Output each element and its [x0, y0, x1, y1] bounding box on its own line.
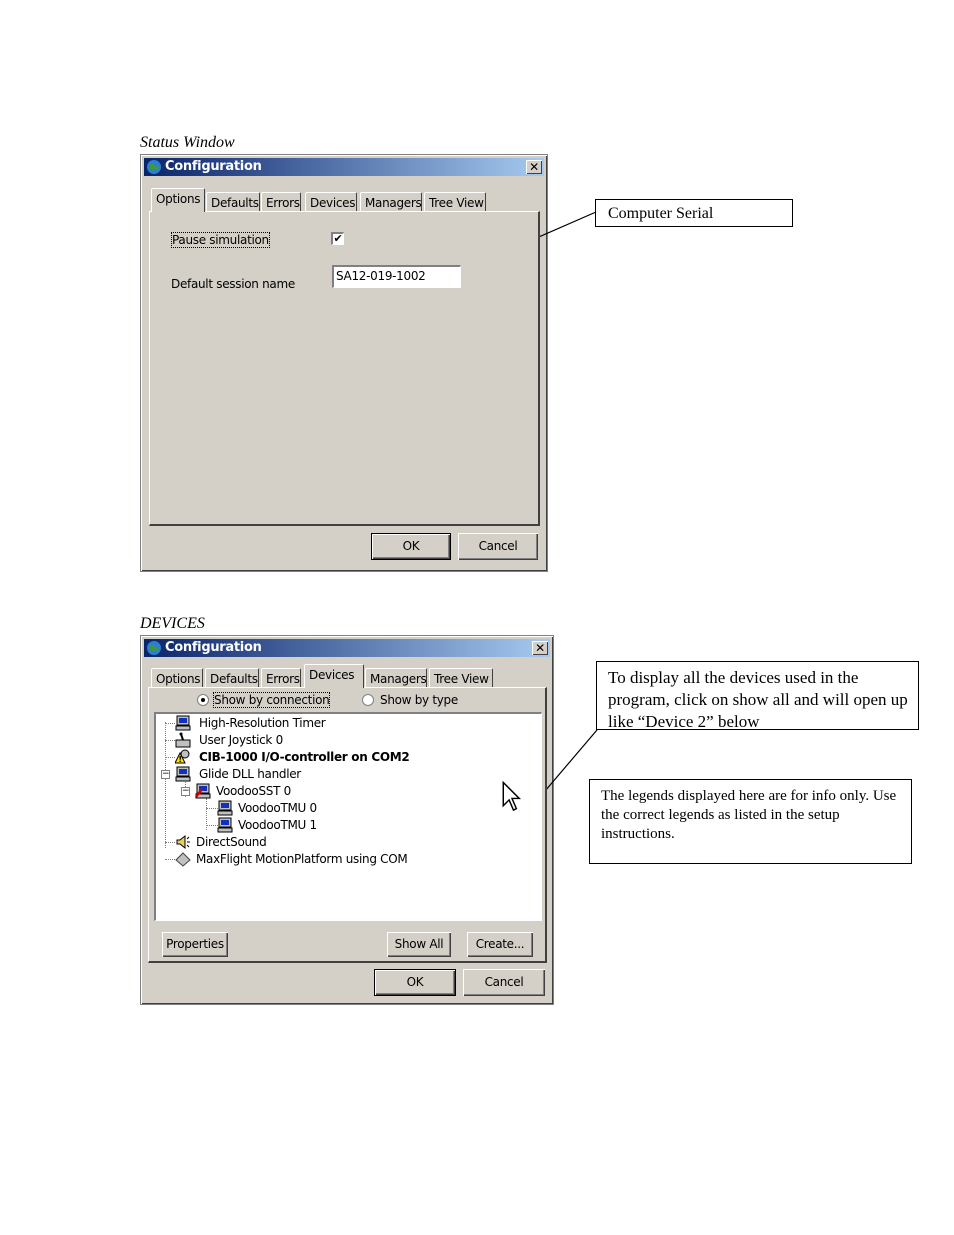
configuration-window-devices: Configuration ✕ Options Defaults Errors … [140, 635, 554, 1005]
speaker-icon [176, 834, 190, 850]
joystick-icon [175, 732, 191, 748]
tab-devices[interactable]: Devices [304, 664, 364, 688]
tab-defaults[interactable]: Defaults [205, 668, 259, 688]
callout-text: The legends displayed here are for info … [601, 788, 897, 842]
diamond-icon [175, 852, 191, 867]
close-icon: ✕ [529, 160, 539, 174]
devices-caption: DEVICES [140, 615, 205, 632]
tab-label: Errors [266, 672, 300, 686]
session-name-input[interactable]: SA12-019-1002 [332, 265, 461, 288]
svg-text:!: ! [178, 755, 181, 764]
devices-panel: Show by connection Show by type − − High… [148, 687, 547, 963]
tab-options[interactable]: Options [151, 668, 203, 688]
show-all-button[interactable]: Show All [387, 932, 451, 957]
tab-label: Devices [309, 668, 355, 682]
tree-item-label: DirectSound [196, 835, 267, 849]
tab-errors[interactable]: Errors [261, 668, 301, 688]
tree-item-label: Glide DLL handler [199, 767, 301, 781]
tree-guide-line [165, 723, 175, 724]
collapse-icon: − [162, 769, 170, 779]
window-title: Configuration [165, 640, 262, 655]
tree-expander[interactable]: − [181, 787, 190, 796]
tab-tree-view[interactable]: Tree View [429, 668, 493, 688]
show-by-connection-label[interactable]: Show by connection [212, 692, 331, 708]
tab-devices[interactable]: Devices [305, 192, 357, 212]
pause-simulation-label[interactable]: Pause simulation [171, 232, 270, 248]
close-button[interactable]: ✕ [532, 641, 548, 655]
tab-options[interactable]: Options [151, 188, 205, 212]
show-all-callout: To display all the devices used in the p… [596, 661, 919, 730]
configuration-window-options: Configuration ✕ Options Defaults Errors … [140, 154, 548, 572]
show-all-label: Show All [394, 937, 444, 951]
computer-icon [217, 800, 233, 816]
callout-text: Computer Serial [608, 205, 714, 222]
options-panel: Pause simulation ✔ Default session name … [149, 211, 540, 526]
mouse-cursor-icon [502, 781, 522, 812]
tab-errors[interactable]: Errors [261, 192, 301, 212]
tab-defaults[interactable]: Defaults [206, 192, 260, 212]
tree-item-label: High-Resolution Timer [199, 716, 326, 730]
tree-item-label: MaxFlight MotionPlatform using COM [196, 852, 408, 866]
tab-managers[interactable]: Managers [360, 192, 422, 212]
create-button[interactable]: Create... [467, 932, 533, 957]
tree-item-label: User Joystick 0 [199, 733, 283, 747]
callout-text: To display all the devices used in the p… [608, 668, 908, 730]
ok-button[interactable]: OK [371, 533, 451, 560]
warning-device-icon: ! [175, 749, 190, 764]
tree-guide-line [165, 842, 175, 843]
cancel-button[interactable]: Cancel [458, 533, 538, 560]
globe-icon [147, 641, 161, 655]
cancel-label: Cancel [478, 539, 518, 553]
cancel-button[interactable]: Cancel [463, 969, 545, 996]
tab-label: Options [156, 672, 201, 686]
tab-tree-view[interactable]: Tree View [424, 192, 486, 212]
pause-simulation-checkbox[interactable]: ✔ [331, 232, 344, 245]
tab-label: Managers [370, 672, 427, 686]
window-title: Configuration [165, 159, 262, 174]
ok-label: OK [406, 975, 424, 989]
tree-guide-line [165, 859, 175, 860]
create-label: Create... [475, 937, 525, 951]
tab-label: Managers [365, 196, 422, 210]
tree-expander[interactable]: − [161, 770, 170, 779]
tab-label: Defaults [211, 196, 259, 210]
computer-icon [175, 715, 191, 731]
tree-item-label: VoodooTMU 0 [238, 801, 317, 815]
show-by-type-label[interactable]: Show by type [380, 693, 458, 707]
tab-managers[interactable]: Managers [365, 668, 427, 688]
tab-label: Devices [310, 196, 356, 210]
status-window-caption: Status Window [140, 134, 235, 151]
collapse-icon: − [182, 786, 190, 796]
computer-serial-callout: Computer Serial [595, 199, 793, 227]
tab-label: Tree View [429, 196, 484, 210]
graphics-card-icon [195, 783, 211, 799]
ok-button[interactable]: OK [374, 969, 456, 996]
show-by-type-radio[interactable] [362, 694, 374, 706]
close-button[interactable]: ✕ [526, 160, 542, 174]
tree-item-label: CIB-1000 I/O-controller on COM2 [199, 750, 410, 764]
default-session-name-label: Default session name [171, 277, 295, 291]
title-bar: Configuration ✕ [144, 639, 550, 657]
computer-icon [175, 766, 191, 782]
tree-item-label: VoodooSST 0 [216, 784, 291, 798]
properties-label: Properties [166, 937, 224, 951]
computer-icon [217, 817, 233, 833]
show-by-connection-radio[interactable] [197, 694, 209, 706]
globe-icon [147, 160, 161, 174]
title-bar: Configuration ✕ [144, 158, 544, 176]
tree-item-label: VoodooTMU 1 [238, 818, 317, 832]
tree-guide-line [165, 757, 175, 758]
legend-note-callout: The legends displayed here are for info … [589, 779, 912, 864]
tab-label: Defaults [210, 672, 258, 686]
close-icon: ✕ [535, 641, 545, 655]
tab-label: Options [156, 192, 201, 206]
check-mark-icon: ✔ [333, 232, 343, 245]
tree-guide-line [165, 740, 175, 741]
ok-label: OK [402, 539, 420, 553]
properties-button[interactable]: Properties [162, 932, 228, 957]
tab-label: Tree View [434, 672, 489, 686]
tab-label: Errors [266, 196, 300, 210]
device-tree[interactable]: − − High-Resolution Timer User Joystick … [154, 712, 542, 921]
cancel-label: Cancel [484, 975, 524, 989]
